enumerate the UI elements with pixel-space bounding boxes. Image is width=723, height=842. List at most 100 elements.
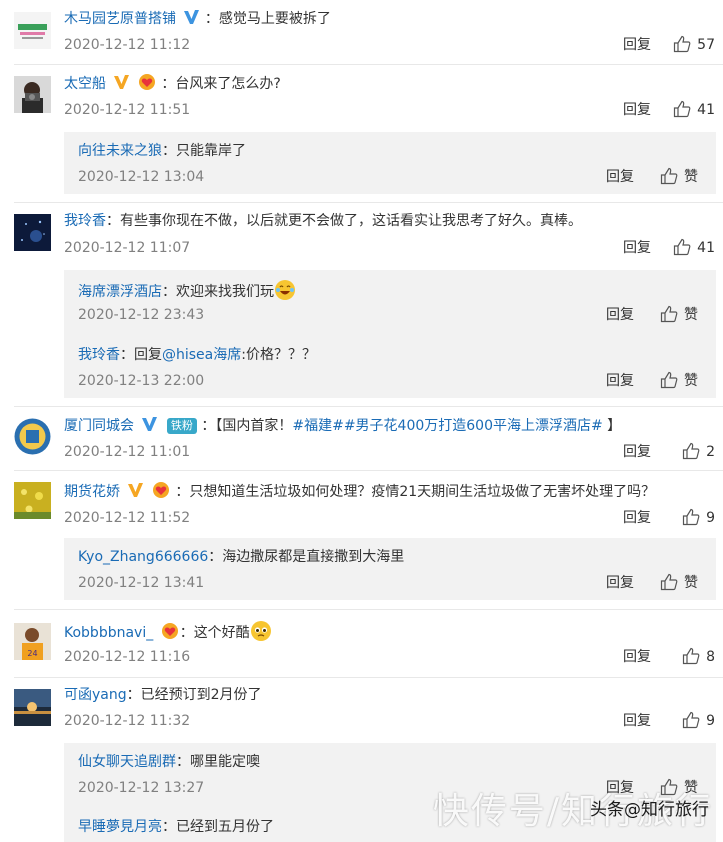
reply-username[interactable]: 仙女聊天追剧群 <box>78 754 176 770</box>
reply-item: 我玲香：回复@hisea海席:价格？？？ 2020-12-13 22:00 回复… <box>78 345 716 395</box>
comment-meta: 2020-12-12 11:16 回复 8 <box>64 647 723 667</box>
reply-meta: 2020-12-12 13:41 回复 赞 <box>78 573 716 593</box>
reply-button[interactable]: 回复 <box>623 100 651 120</box>
reply-text: 海边撒尿都是直接撒到大海里 <box>222 549 405 565</box>
comment-meta: 2020-12-12 11:01 回复 2 <box>64 442 723 462</box>
separator: ： <box>176 754 190 770</box>
thumb-up-icon <box>673 100 691 124</box>
reply-username[interactable]: Kyo_Zhang666666 <box>78 549 208 565</box>
reply-meta: 2020-12-13 22:00 回复 赞 <box>78 371 716 391</box>
avatar[interactable] <box>14 689 51 726</box>
comment-username[interactable]: 可函yang <box>64 687 127 703</box>
like-button[interactable]: 赞 <box>660 305 698 329</box>
comment-username[interactable]: 木马园艺原普搭铺 <box>64 11 176 27</box>
reply-username[interactable]: 向往未来之狼 <box>78 143 162 159</box>
laughing-emoji-icon <box>274 279 296 301</box>
comment-time: 2020-12-12 11:07 <box>64 240 191 256</box>
comment-line: 期货花娇 ：只想知道生活垃圾如何处理？疫情21天期间生活垃圾做了无害坏处理了吗？ <box>64 481 655 502</box>
comment-username[interactable]: 我玲香 <box>64 213 106 229</box>
like-button[interactable]: 9 <box>682 711 715 735</box>
reply-button[interactable]: 回复 <box>606 573 634 593</box>
avatar[interactable] <box>14 482 51 519</box>
comment-username[interactable]: 期货花娇 <box>64 484 120 500</box>
like-button[interactable]: 41 <box>673 100 715 124</box>
like-count: 9 <box>706 713 715 729</box>
reply-username[interactable]: 海席漂浮酒店 <box>78 284 162 300</box>
comment-line: Kobbbbnavi_ ：这个好酷 <box>64 620 272 643</box>
thumb-up-icon <box>682 647 700 671</box>
like-count: 8 <box>706 649 715 665</box>
like-label: 赞 <box>684 307 698 323</box>
reply-time: 2020-12-12 23:43 <box>78 307 205 323</box>
pleading-emoji-icon <box>250 620 272 642</box>
comment-time: 2020-12-12 11:12 <box>64 37 191 53</box>
comment-username[interactable]: Kobbbbnavi_ <box>64 625 153 641</box>
reply-time: 2020-12-13 22:00 <box>78 373 205 389</box>
like-label: 赞 <box>684 169 698 185</box>
thumb-up-icon <box>682 442 700 466</box>
comment-line: 我玲香：有些事你现在不做，以后就更不会做了，这话看实让我思考了好久。真棒。 <box>64 211 582 231</box>
comment-text: 这个好酷 <box>193 625 250 641</box>
reply-button[interactable]: 回复 <box>606 371 634 391</box>
reply-username[interactable]: 早睡夢見月亮 <box>78 819 162 835</box>
reply-meta: 2020-12-12 13:04 回复 赞 <box>78 167 716 187</box>
comment-username[interactable]: 厦门同城会 <box>64 418 134 434</box>
comment-line: 厦门同城会 铁粉 ：【国内首家！#福建##男子花400万打造600平海上漂浮酒店… <box>64 415 621 436</box>
reply-button[interactable]: 回复 <box>623 647 651 667</box>
reply-button[interactable]: 回复 <box>606 167 634 187</box>
comment-text: 有些事你现在不做，以后就更不会做了，这话看实让我思考了好久。真棒。 <box>120 213 582 229</box>
comment-text: 感觉马上要被拆了 <box>218 11 331 27</box>
reply-text: :价格？？？ <box>241 347 316 363</box>
like-button[interactable]: 2 <box>682 442 715 466</box>
reply-button[interactable]: 回复 <box>623 711 651 731</box>
like-button[interactable]: 57 <box>673 35 715 59</box>
like-label: 赞 <box>684 373 698 389</box>
like-button[interactable]: 赞 <box>660 371 698 395</box>
comment: 太空船 ：台风来了怎么办? 2020-12-12 11:51 回复 41 向往未… <box>0 64 723 204</box>
like-count: 41 <box>697 240 715 256</box>
avatar[interactable] <box>14 214 51 251</box>
reply-text: 欢迎来找我们玩 <box>176 284 274 300</box>
comment-time: 2020-12-12 11:52 <box>64 510 191 526</box>
thumb-up-icon <box>682 508 700 532</box>
watermark-source: 头条@知行旅行 <box>590 800 709 820</box>
reply-item: 海席漂浮酒店：欢迎来找我们玩 2020-12-12 23:43 回复 赞 <box>78 279 716 329</box>
like-button[interactable]: 9 <box>682 508 715 532</box>
avatar[interactable] <box>14 418 51 455</box>
avatar[interactable] <box>14 76 51 113</box>
reply-button[interactable]: 回复 <box>606 305 634 325</box>
reply-button[interactable]: 回复 <box>623 35 651 55</box>
thumb-up-icon <box>660 305 678 329</box>
topic-link[interactable]: #福建##男子花400万打造600平海上漂浮酒店# <box>292 418 602 434</box>
comment-time: 2020-12-12 11:01 <box>64 444 191 460</box>
like-button[interactable]: 41 <box>673 238 715 262</box>
comment-time: 2020-12-12 11:32 <box>64 713 191 729</box>
like-button[interactable]: 赞 <box>660 167 698 191</box>
like-count: 9 <box>706 510 715 526</box>
comment-time: 2020-12-12 11:51 <box>64 102 191 118</box>
comment-meta: 2020-12-12 11:12 回复 57 <box>64 35 723 55</box>
reply-button[interactable]: 回复 <box>623 442 651 462</box>
svg-text:24: 24 <box>27 649 37 658</box>
comment-text: 】 <box>602 418 622 434</box>
reply-text: 已经到五月份了 <box>176 819 274 835</box>
reply-line: 海席漂浮酒店：欢迎来找我们玩 <box>78 279 296 302</box>
comment: 期货花娇 ：只想知道生活垃圾如何处理？疫情21天期间生活垃圾做了无害坏处理了吗？… <box>0 470 723 610</box>
comment-text: 台风来了怎么办? <box>175 76 281 92</box>
separator: ： <box>106 213 120 229</box>
comment-meta: 2020-12-12 11:52 回复 9 <box>64 508 723 528</box>
heart-badge-icon <box>137 73 157 91</box>
like-button[interactable]: 8 <box>682 647 715 671</box>
reply-username[interactable]: 我玲香 <box>78 347 120 363</box>
comment-line: 可函yang：已经预订到2月份了 <box>64 685 262 705</box>
like-button[interactable]: 赞 <box>660 573 698 597</box>
comment-username[interactable]: 太空船 <box>64 76 106 92</box>
avatar[interactable]: 24 <box>14 623 51 660</box>
avatar[interactable] <box>14 12 51 49</box>
reply-button[interactable]: 回复 <box>623 238 651 258</box>
like-count: 41 <box>697 102 715 118</box>
mention-link[interactable]: @hisea海席 <box>162 347 241 363</box>
reply-line: 仙女聊天追剧群：哪里能定噢 <box>78 752 260 772</box>
like-count: 2 <box>706 444 715 460</box>
reply-button[interactable]: 回复 <box>623 508 651 528</box>
